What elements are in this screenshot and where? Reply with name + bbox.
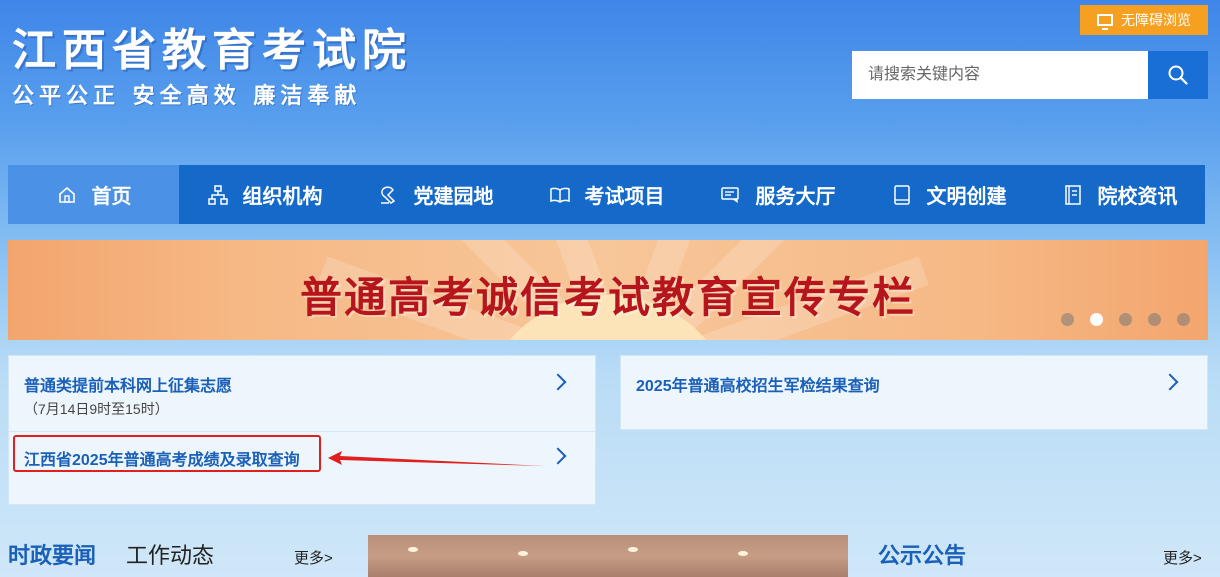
link-title: 普通类提前本科网上征集志愿 <box>24 378 233 395</box>
nav-item-organization[interactable]: 组织机构 <box>179 165 350 224</box>
link-military-check[interactable]: 2025年普通高校招生军检结果查询 <box>621 356 1207 431</box>
carousel-dot[interactable] <box>1119 313 1132 326</box>
tab-work-news[interactable]: 工作动态 <box>126 538 214 570</box>
notice-title: 公示公告 <box>878 543 967 568</box>
link-subtitle: （7月14日9时至15时） <box>24 401 169 417</box>
banner-title: 普通高考诚信考试教育宣传专栏 <box>299 273 916 322</box>
nav-item-party[interactable]: 党建园地 <box>350 165 521 224</box>
link-title: 2025年普通高校招生军检结果查询 <box>636 378 880 395</box>
service-icon <box>720 186 739 203</box>
link-early-admission[interactable]: 普通类提前本科网上征集志愿 （7月14日9时至15时） <box>9 356 595 431</box>
chevron-right-icon <box>549 373 567 391</box>
photo-detail <box>738 551 748 556</box>
photo-detail <box>628 547 638 552</box>
nav-item-civilization[interactable]: 文明创建 <box>863 165 1034 224</box>
carousel-dots <box>1061 313 1190 326</box>
accessibility-button[interactable]: 无障碍浏览 <box>1080 5 1208 35</box>
book-icon <box>549 187 570 203</box>
nav-label: 院校资讯 <box>1097 186 1178 208</box>
main-nav: 首页 组织机构 党建园地 考试项目 服务大厅 文明创建 院校资讯 <box>8 165 1205 224</box>
tab-politics-news[interactable]: 时政要闻 <box>8 538 96 570</box>
monitor-icon <box>1097 14 1113 30</box>
nav-item-colleges[interactable]: 院校资讯 <box>1034 165 1205 224</box>
document-icon <box>1064 184 1081 205</box>
notice-more-link[interactable]: 更多> <box>1163 547 1202 568</box>
search-box <box>852 51 1208 99</box>
chevron-right-icon <box>549 447 567 465</box>
chevron-right-icon <box>1161 373 1179 391</box>
site-slogan: 公平公正 安全高效 廉洁奉献 <box>12 84 362 109</box>
nav-item-service[interactable]: 服务大厅 <box>692 165 863 224</box>
search-input[interactable] <box>852 51 1148 99</box>
news-photo[interactable] <box>368 535 848 577</box>
quick-links-left: 普通类提前本科网上征集志愿 （7月14日9时至15时） 江西省2025年普通高考… <box>8 355 596 505</box>
carousel-dot[interactable] <box>1061 313 1074 326</box>
carousel-dot[interactable] <box>1177 313 1190 326</box>
org-chart-icon <box>207 184 228 205</box>
search-button[interactable] <box>1148 51 1208 99</box>
search-icon <box>1168 65 1188 85</box>
nav-label: 党建园地 <box>413 186 494 208</box>
notebook-icon <box>893 184 910 205</box>
party-icon <box>380 185 395 204</box>
nav-item-exams[interactable]: 考试项目 <box>521 165 692 224</box>
banner-carousel[interactable]: 普通高考诚信考试教育宣传专栏 <box>8 240 1208 340</box>
nav-label: 服务大厅 <box>755 186 836 208</box>
annotation-arrow <box>328 451 544 466</box>
photo-detail <box>518 551 528 556</box>
home-icon <box>58 186 75 203</box>
carousel-dot[interactable] <box>1148 313 1161 326</box>
nav-label: 文明创建 <box>926 186 1007 208</box>
news-more-link[interactable]: 更多> <box>294 547 333 568</box>
photo-detail <box>408 547 418 552</box>
nav-label: 组织机构 <box>242 186 323 208</box>
highlight-box <box>13 435 321 472</box>
carousel-dot-active[interactable] <box>1090 313 1103 326</box>
accessibility-label: 无障碍浏览 <box>1121 12 1191 28</box>
site-title: 江西省教育考试院 <box>12 25 412 76</box>
quick-links-right: 2025年普通高校招生军检结果查询 <box>620 355 1208 430</box>
nav-item-home[interactable]: 首页 <box>8 165 179 224</box>
nav-label: 考试项目 <box>584 186 665 208</box>
nav-label: 首页 <box>91 186 132 208</box>
